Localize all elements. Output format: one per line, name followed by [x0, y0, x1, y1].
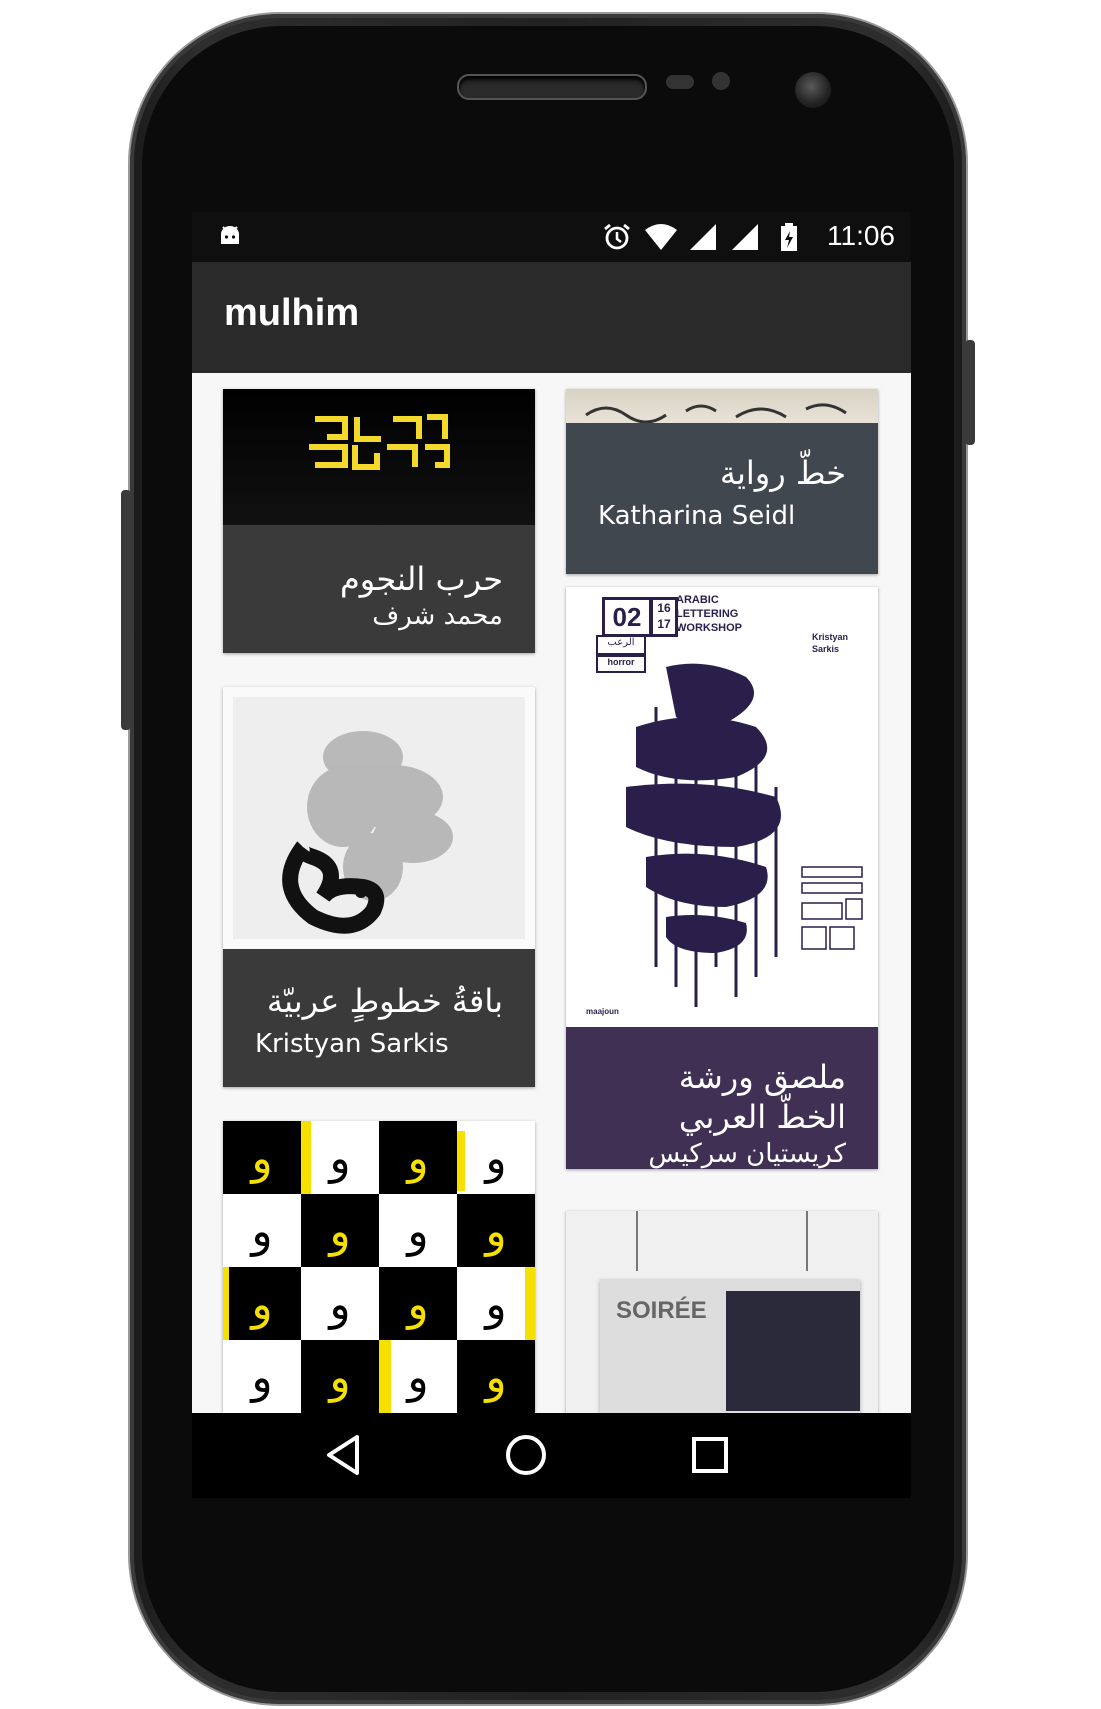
card-checkerboard[interactable]: وو وو وو وو وو وو وو وو	[223, 1121, 535, 1413]
back-icon[interactable]	[323, 1431, 363, 1483]
card-subtitle: محمد شرف	[372, 601, 503, 631]
poster-brand: maajoun	[586, 1007, 619, 1016]
svg-text:و: و	[249, 1279, 272, 1330]
card-image	[223, 687, 535, 949]
volume-button	[121, 490, 131, 730]
card-subtitle: كريستيان سركيس	[648, 1139, 846, 1169]
alarm-icon	[602, 222, 632, 256]
card-caption: حرب النجوم محمد شرف	[223, 525, 535, 653]
svg-text:و: و	[405, 1279, 428, 1330]
card-riwaya[interactable]: خطّ رواية Katharina Seidl	[566, 389, 878, 574]
card-caption: ملصق ورشة الخطّ العربي كريستيان سركيس	[566, 1027, 878, 1169]
svg-text:و: و	[405, 1133, 428, 1184]
earpiece-speaker	[457, 74, 647, 100]
signal-icon	[688, 222, 718, 256]
card-title: خطّ رواية	[719, 454, 846, 492]
poster-calligraphy	[626, 663, 863, 1007]
card-caption: باقةُ خطوطٍ عربيّة Kristyan Sarkis	[223, 949, 535, 1087]
card-title: حرب النجوم	[339, 560, 503, 598]
status-clock: 11:06	[827, 220, 895, 251]
svg-text:و: و	[249, 1206, 272, 1257]
recents-icon[interactable]	[688, 1431, 732, 1483]
star-wars-logo	[309, 414, 450, 470]
status-bar: 11:06	[192, 212, 911, 262]
proximity-sensor	[666, 75, 694, 89]
svg-text:و: و	[405, 1206, 428, 1257]
card-subtitle: Kristyan Sarkis	[255, 1029, 449, 1059]
svg-text:و: و	[327, 1133, 350, 1184]
wifi-icon	[644, 222, 678, 256]
svg-text:و: و	[327, 1279, 350, 1330]
screen: 11:06 mulhim حرب النجوم محمد شرف خطّ روا…	[192, 212, 911, 1498]
card-subtitle: Katharina Seidl	[598, 501, 796, 531]
card-soiree[interactable]: SOIRÉE	[566, 1211, 878, 1413]
card-workshop-poster[interactable]: 02 16 17 ARABIC LETTERING WORKSHOP Krist…	[566, 587, 878, 1169]
card-image: 02 16 17 ARABIC LETTERING WORKSHOP Krist…	[566, 587, 878, 1027]
card-image: وو وو وو وو وو وو وو وو	[223, 1121, 535, 1413]
card-title: باقةُ خطوطٍ عربيّة	[266, 982, 503, 1020]
card-image	[566, 389, 878, 424]
power-button	[965, 340, 975, 445]
svg-text:و: و	[483, 1279, 506, 1330]
app-toolbar: mulhim	[192, 262, 911, 373]
svg-text:و: و	[249, 1133, 272, 1184]
battery-charging-icon	[780, 222, 798, 256]
navigation-bar	[192, 1413, 911, 1498]
app-title: mulhim	[224, 292, 360, 334]
svg-text:و: و	[483, 1352, 506, 1403]
svg-text:و: و	[483, 1206, 506, 1257]
svg-text:و: و	[249, 1352, 272, 1403]
svg-text:و: و	[405, 1352, 428, 1403]
soiree-text: SOIRÉE	[616, 1297, 707, 1324]
card-caption: خطّ رواية Katharina Seidl	[566, 423, 878, 574]
home-icon[interactable]	[502, 1431, 550, 1483]
android-debug-icon	[218, 224, 242, 252]
card-grid[interactable]: حرب النجوم محمد شرف خطّ رواية Katharina …	[192, 373, 911, 1413]
light-sensor	[712, 72, 730, 90]
card-bouquet[interactable]: باقةُ خطوطٍ عربيّة Kristyan Sarkis	[223, 687, 535, 1087]
card-title: ملصق ورشة الخطّ العربي	[678, 1058, 846, 1136]
card-star-wars[interactable]: حرب النجوم محمد شرف	[223, 389, 535, 653]
card-image: SOIRÉE	[566, 1211, 878, 1413]
signal-icon-2	[730, 222, 760, 256]
svg-text:و: و	[327, 1352, 350, 1403]
svg-text:و: و	[327, 1206, 350, 1257]
card-image	[223, 389, 535, 525]
front-camera	[795, 72, 831, 108]
svg-text:و: و	[483, 1133, 506, 1184]
